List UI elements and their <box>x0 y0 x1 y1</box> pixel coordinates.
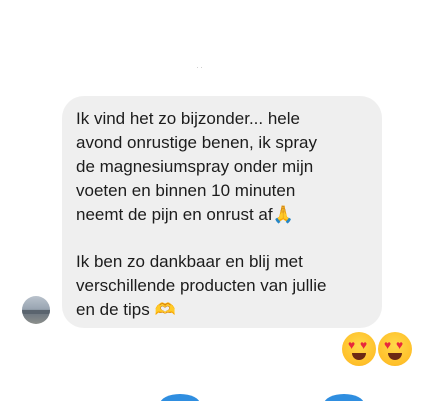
message-line: Ik ben zo dankbaar en blij met <box>76 252 303 271</box>
message-line: verschillende producten van jullie <box>76 276 327 295</box>
sender-avatar[interactable] <box>22 296 50 324</box>
message-line: Ik vind het zo bijzonder... hele <box>76 109 300 128</box>
message-line: neemt de pijn en onrust af🙏 <box>76 205 294 224</box>
message-bubble[interactable]: Ik vind het zo bijzonder... hele avond o… <box>62 96 382 328</box>
heart-eyes-emoji-icon[interactable]: ♥ ♥ <box>378 332 412 366</box>
message-line: avond onrustige benen, ik spray <box>76 133 317 152</box>
heart-icon: ♥ <box>384 338 392 352</box>
message-line: en de tips 🫶 <box>76 300 176 319</box>
heart-eyes-emoji-icon[interactable]: ♥ ♥ <box>342 332 376 366</box>
message-timestamp: ·· <box>196 62 204 72</box>
toolbar-button-right[interactable] <box>324 394 364 401</box>
paragraph-break <box>76 227 368 250</box>
heart-icon: ♥ <box>360 338 368 352</box>
smile-mouth-icon <box>352 353 366 360</box>
reaction-bar[interactable]: ♥ ♥ ♥ ♥ <box>342 332 412 366</box>
heart-icon: ♥ <box>396 338 404 352</box>
heart-icon: ♥ <box>348 338 356 352</box>
toolbar-button-left[interactable] <box>160 394 200 401</box>
smile-mouth-icon <box>388 353 402 360</box>
message-line: de magnesiumspray onder mijn <box>76 157 314 176</box>
message-line: voeten en binnen 10 minuten <box>76 181 296 200</box>
